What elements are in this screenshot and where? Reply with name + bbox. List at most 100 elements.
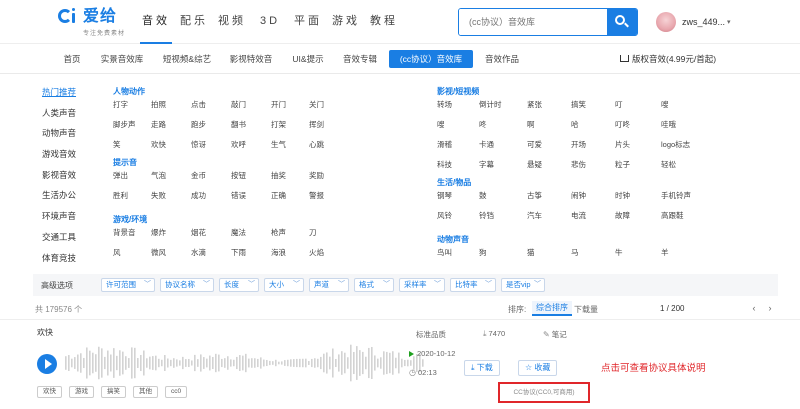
waveform[interactable] — [65, 340, 425, 386]
category-tag[interactable]: 科技 — [437, 159, 452, 170]
sort-comprehensive[interactable]: 综合排序 — [532, 301, 572, 316]
filter-vip[interactable]: 是否vip ﹀ — [501, 278, 545, 292]
filter-bitrate[interactable]: 比特率 ﹀ — [450, 278, 496, 292]
category-tag[interactable]: 哈 — [571, 119, 579, 130]
copyright-sfx-link[interactable]: 版权音效(4.99元/首起) — [620, 50, 716, 68]
tab-ui-prompt[interactable]: UI&提示 — [286, 50, 330, 68]
category-tag[interactable]: 敲门 — [231, 99, 246, 110]
username[interactable]: zws_449... — [682, 17, 725, 27]
category-tag[interactable]: 正确 — [271, 190, 286, 201]
category-tag[interactable]: 鼓 — [479, 190, 487, 201]
category-tag[interactable]: 微风 — [151, 247, 166, 258]
category-tag[interactable]: 风铃 — [437, 210, 452, 221]
category-tag[interactable]: 故障 — [615, 210, 630, 221]
category-tag[interactable]: 欢呼 — [231, 139, 246, 150]
license-badge[interactable]: CC协议(CC0,可商用) — [498, 382, 590, 403]
category-tag[interactable]: 笑 — [113, 139, 121, 150]
filter-license-scope[interactable]: 许可范围 ﹀ — [101, 278, 155, 292]
category-tag[interactable]: 紧张 — [527, 99, 542, 110]
search-button[interactable] — [607, 9, 637, 35]
nav-sound-effects[interactable]: 音效 — [140, 0, 172, 44]
category-tag[interactable]: 失败 — [151, 190, 166, 201]
category-tag[interactable]: 叮 — [615, 99, 623, 110]
category-tag[interactable]: 马 — [571, 247, 579, 258]
category-tag[interactable]: 惊讶 — [191, 139, 206, 150]
category-tag[interactable]: 粒子 — [615, 159, 630, 170]
category-tag[interactable]: 跑步 — [191, 119, 206, 130]
category-tag[interactable]: 闹钟 — [571, 190, 586, 201]
filter-license-name[interactable]: 协议名称 ﹀ — [160, 278, 214, 292]
category-tag[interactable]: 爆炸 — [151, 227, 166, 238]
download-button[interactable]: ⤓ 下载 — [464, 360, 500, 376]
category-tag[interactable]: 拍照 — [151, 99, 166, 110]
tab-home[interactable]: 首页 — [58, 50, 86, 68]
category-tag[interactable]: 脚步声 — [113, 119, 136, 130]
keyword-tag[interactable]: 搞笑 — [101, 386, 126, 398]
category-tag[interactable]: 悲伤 — [571, 159, 586, 170]
side-film[interactable]: 影视音效 — [42, 169, 86, 181]
category-tag[interactable]: 铃铛 — [479, 210, 494, 221]
tab-short-video[interactable]: 短视频&综艺 — [158, 50, 216, 68]
category-tag[interactable]: 枪声 — [271, 227, 286, 238]
category-tag[interactable]: 翻书 — [231, 119, 246, 130]
category-tag[interactable]: 关门 — [309, 99, 324, 110]
category-tag[interactable]: 时钟 — [615, 190, 630, 201]
category-tag[interactable]: 倒计时 — [479, 99, 502, 110]
side-sports[interactable]: 体育竞技 — [42, 252, 86, 264]
side-life[interactable]: 生活办公 — [42, 189, 86, 201]
category-tag[interactable]: 水滴 — [191, 247, 206, 258]
category-tag[interactable]: 猫 — [527, 247, 535, 258]
sort-downloads[interactable]: 下载量 — [574, 304, 598, 315]
category-tag[interactable]: 开门 — [271, 99, 286, 110]
side-environment[interactable]: 环境声音 — [42, 210, 86, 222]
side-animal[interactable]: 动物声音 — [42, 127, 86, 139]
category-tag[interactable]: 汽车 — [527, 210, 542, 221]
tab-film-sfx[interactable]: 影视特效音 — [226, 50, 276, 68]
category-tag[interactable]: 弹出 — [113, 170, 128, 181]
category-tag[interactable]: 牛 — [615, 247, 623, 258]
tab-real-sfx[interactable]: 实景音效库 — [96, 50, 148, 68]
category-tag[interactable]: 咚 — [479, 119, 487, 130]
category-tag[interactable]: 警报 — [309, 190, 324, 201]
category-tag[interactable]: 手机铃声 — [661, 190, 691, 201]
category-tag[interactable]: 古筝 — [527, 190, 542, 201]
category-tag[interactable]: 开场 — [571, 139, 586, 150]
category-tag[interactable]: logo标志 — [661, 139, 690, 150]
filter-length[interactable]: 长度 ﹀ — [219, 278, 259, 292]
keyword-tag[interactable]: 其他 — [133, 386, 158, 398]
category-tag[interactable]: 气泡 — [151, 170, 166, 181]
category-tag[interactable]: 可爱 — [527, 139, 542, 150]
category-tag[interactable]: 点击 — [191, 99, 206, 110]
category-tag[interactable]: 卡通 — [479, 139, 494, 150]
tab-sfx-album[interactable]: 音效专辑 — [340, 50, 380, 68]
nav-music[interactable]: 配乐 — [178, 0, 210, 44]
category-tag[interactable]: 电流 — [571, 210, 586, 221]
category-tag[interactable]: 啊 — [527, 119, 535, 130]
avatar[interactable] — [656, 12, 676, 32]
category-tag[interactable]: 抽奖 — [271, 170, 286, 181]
nav-video[interactable]: 视频 — [216, 0, 248, 44]
category-tag[interactable]: 火焰 — [309, 247, 324, 258]
filter-format[interactable]: 格式 ﹀ — [354, 278, 394, 292]
site-logo[interactable]: 爱给 专注免费素材 — [58, 8, 125, 37]
category-tag[interactable]: 刀 — [309, 227, 317, 238]
category-tag[interactable]: 滑稽 — [437, 139, 452, 150]
category-tag[interactable]: 成功 — [191, 190, 206, 201]
side-hot[interactable]: 热门推荐 — [42, 86, 86, 98]
category-tag[interactable]: 海浪 — [271, 247, 286, 258]
category-tag[interactable]: 烟花 — [191, 227, 206, 238]
category-tag[interactable]: 羊 — [661, 247, 669, 258]
category-tag[interactable]: 转场 — [437, 99, 452, 110]
category-tag[interactable]: 打字 — [113, 99, 128, 110]
category-tag[interactable]: 鸟叫 — [437, 247, 452, 258]
category-tag[interactable]: 搞笑 — [571, 99, 586, 110]
keyword-tag[interactable]: 欢快 — [37, 386, 62, 398]
favorite-button[interactable]: ☆ 收藏 — [518, 360, 558, 376]
notes-link[interactable]: ✎ 笔记 — [543, 329, 567, 340]
side-human[interactable]: 人类声音 — [42, 107, 86, 119]
next-page-button[interactable]: › — [764, 302, 776, 315]
category-tag[interactable]: 挥剑 — [309, 119, 324, 130]
nav-graphic[interactable]: 平面 — [292, 0, 324, 44]
category-tag[interactable]: 悬疑 — [527, 159, 542, 170]
category-tag[interactable]: 欢快 — [151, 139, 166, 150]
